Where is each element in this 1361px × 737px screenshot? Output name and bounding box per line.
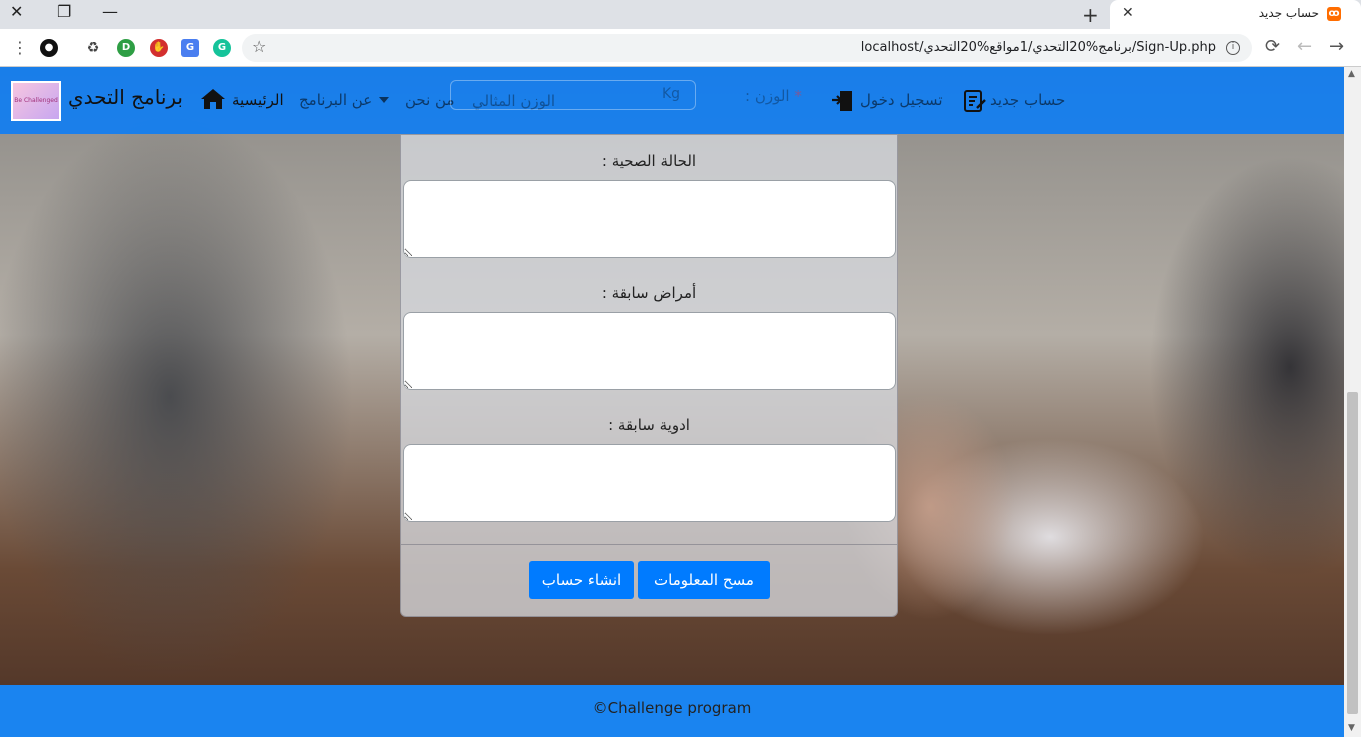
weight-unit-label: Kg xyxy=(662,86,681,102)
previous-diseases-label: أمراض سابقة : xyxy=(601,284,697,302)
scroll-down-arrow-icon[interactable]: ▼ xyxy=(1348,723,1355,733)
new-tab-button[interactable]: + xyxy=(1082,3,1099,27)
health-status-textarea[interactable] xyxy=(403,180,896,258)
brand-name[interactable]: برنامج التحدي xyxy=(68,85,183,109)
reload-icon[interactable]: ⟳ xyxy=(1265,36,1280,57)
extension-green-icon[interactable]: D xyxy=(117,39,135,57)
nav-link-signup[interactable]: حساب جديد xyxy=(990,91,1065,109)
grammarly-icon[interactable]: G xyxy=(213,39,231,57)
site-info-icon[interactable]: i xyxy=(1226,41,1240,55)
required-mark: * xyxy=(794,87,802,105)
login-icon[interactable] xyxy=(830,88,856,114)
window-minimize-button[interactable]: — xyxy=(102,2,118,21)
footer: ©Challenge program xyxy=(0,685,1344,737)
extension-adblock-icon[interactable]: ✋ xyxy=(150,39,168,57)
nav-link-login[interactable]: تسجيل دخول xyxy=(860,91,943,109)
browser-tabstrip: ✕ ❐ — + ✕ حساب جديد ꝏ xyxy=(0,0,1361,29)
nav-link-about-program[interactable]: عن البرنامج xyxy=(299,91,372,109)
page-scrollbar[interactable]: ▲ ▼ xyxy=(1344,67,1361,737)
page-viewport: Be Challenged برنامج التحدي الرئيسية عن … xyxy=(0,67,1344,737)
previous-medications-textarea[interactable] xyxy=(403,444,896,522)
previous-medications-label: ادوية سابقة : xyxy=(608,416,690,434)
tab-close-button[interactable]: ✕ xyxy=(1122,5,1134,21)
create-account-button[interactable]: انشاء حساب xyxy=(529,561,634,599)
extension-dark-icon[interactable]: ● xyxy=(40,39,58,57)
logo-caption: Be Challenged xyxy=(14,97,58,104)
back-arrow-icon[interactable]: ← xyxy=(1297,36,1312,57)
browser-tab-active[interactable]: ✕ حساب جديد ꝏ xyxy=(1110,0,1361,29)
xampp-favicon-icon: ꝏ xyxy=(1327,7,1341,21)
health-status-label: الحالة الصحية : xyxy=(601,152,697,170)
url-text[interactable]: localhost/برنامج%20التحدي/1مواقع%20التحد… xyxy=(861,40,1216,55)
chevron-down-icon xyxy=(379,97,389,103)
browser-toolbar: ⋮ ● ♻ D ✋ G G ☆ localhost/برنامج%20التحد… xyxy=(0,29,1361,67)
navbar: Be Challenged برنامج التحدي الرئيسية عن … xyxy=(0,67,1344,134)
google-translate-icon[interactable]: G xyxy=(181,39,199,57)
form-divider xyxy=(401,544,897,545)
nav-link-home[interactable]: الرئيسية xyxy=(232,91,284,109)
weight-label: الوزن : xyxy=(745,87,790,105)
browser-menu-icon[interactable]: ⋮ xyxy=(12,38,28,57)
nav-link-about-us[interactable]: من نحن xyxy=(405,91,455,109)
scroll-up-arrow-icon[interactable]: ▲ xyxy=(1348,69,1355,79)
brand-logo[interactable]: Be Challenged xyxy=(11,81,61,121)
forward-arrow-icon[interactable]: → xyxy=(1329,36,1344,57)
window-restore-button[interactable]: ❐ xyxy=(57,2,71,21)
ideal-weight-placeholder: الوزن المثالي xyxy=(472,92,556,110)
window-close-button[interactable]: ✕ xyxy=(10,2,23,21)
previous-diseases-textarea[interactable] xyxy=(403,312,896,390)
address-bar[interactable]: ☆ localhost/برنامج%20التحدي/1مواقع%20الت… xyxy=(242,34,1252,62)
signup-icon[interactable] xyxy=(962,88,988,114)
tab-title: حساب جديد xyxy=(1258,6,1319,20)
bookmark-star-icon[interactable]: ☆ xyxy=(252,37,266,56)
clear-form-button[interactable]: مسح المعلومات xyxy=(638,561,770,599)
home-icon[interactable] xyxy=(199,87,227,111)
extension-recycle-icon[interactable]: ♻ xyxy=(84,39,102,57)
scroll-thumb[interactable] xyxy=(1347,392,1358,714)
weight-label-ghost: * الوزن : xyxy=(745,87,802,105)
footer-copyright: ©Challenge program xyxy=(592,699,752,717)
